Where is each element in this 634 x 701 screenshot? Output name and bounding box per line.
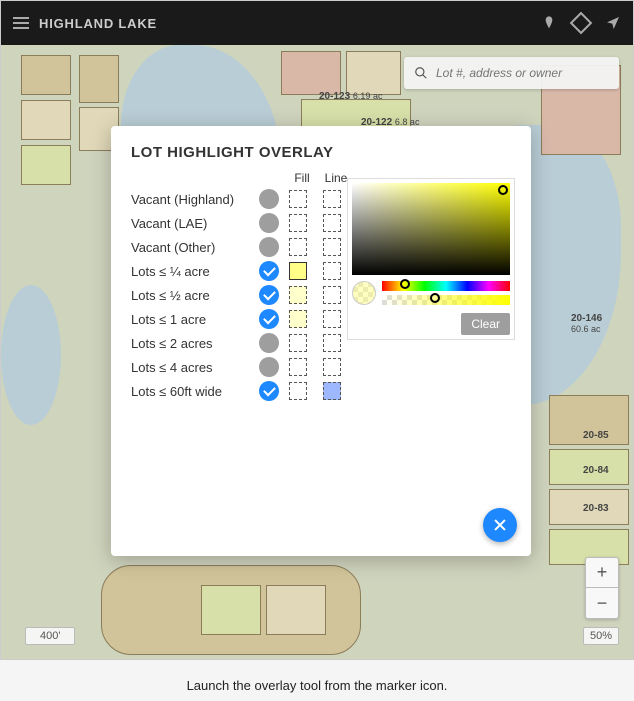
- overlay-row-label: Vacant (Highland): [131, 192, 251, 207]
- overlay-toggle[interactable]: [259, 189, 279, 209]
- line-swatch[interactable]: [323, 262, 341, 280]
- lot-label: 20-85: [583, 430, 609, 441]
- alpha-slider[interactable]: [382, 295, 510, 305]
- top-bar: HIGHLAND LAKE: [1, 1, 633, 45]
- search-input[interactable]: [436, 66, 609, 80]
- overlay-toggle[interactable]: [259, 261, 279, 281]
- fill-swatch[interactable]: [289, 214, 307, 232]
- zoom-percent: 50%: [583, 627, 619, 645]
- zoom-control: + −: [585, 557, 619, 619]
- locate-icon[interactable]: [605, 15, 621, 31]
- sv-cursor[interactable]: [498, 185, 508, 195]
- diamond-icon[interactable]: [570, 12, 593, 35]
- line-swatch[interactable]: [323, 214, 341, 232]
- line-swatch[interactable]: [323, 358, 341, 376]
- line-swatch[interactable]: [323, 238, 341, 256]
- hue-slider[interactable]: [382, 281, 510, 291]
- zoom-in-button[interactable]: +: [586, 558, 618, 588]
- search-box[interactable]: [404, 57, 619, 89]
- zoom-out-button[interactable]: −: [586, 588, 618, 618]
- overlay-row-label: Lots ≤ 4 acres: [131, 360, 251, 375]
- clear-color-button[interactable]: Clear: [461, 313, 510, 335]
- fill-swatch[interactable]: [289, 190, 307, 208]
- overlay-row-label: Vacant (Other): [131, 240, 251, 255]
- hue-cursor[interactable]: [400, 279, 410, 289]
- alpha-cursor[interactable]: [430, 293, 440, 303]
- lot-label: 20-123 6.19 ac: [319, 91, 382, 102]
- color-preview: [352, 281, 376, 305]
- scale-bar: 400': [25, 627, 75, 645]
- fill-swatch[interactable]: [289, 310, 307, 328]
- marker-icon[interactable]: [541, 15, 557, 31]
- lot-label: 20-83: [583, 503, 609, 514]
- fill-column-header: Fill: [289, 171, 315, 185]
- search-icon: [414, 66, 428, 80]
- overlay-toggle[interactable]: [259, 237, 279, 257]
- menu-icon[interactable]: [13, 17, 29, 29]
- saturation-value-area[interactable]: [352, 183, 510, 275]
- color-picker: Clear: [347, 178, 515, 340]
- figure-caption: Launch the overlay tool from the marker …: [0, 660, 634, 701]
- fill-swatch[interactable]: [289, 262, 307, 280]
- overlay-row-label: Lots ≤ 2 acres: [131, 336, 251, 351]
- overlay-row-label: Lots ≤ 60ft wide: [131, 384, 251, 399]
- overlay-toggle[interactable]: [259, 381, 279, 401]
- fill-swatch[interactable]: [289, 382, 307, 400]
- overlay-row-label: Lots ≤ ¼ acre: [131, 264, 251, 279]
- overlay-toggle[interactable]: [259, 285, 279, 305]
- fill-swatch[interactable]: [289, 358, 307, 376]
- overlay-row-label: Lots ≤ 1 acre: [131, 312, 251, 327]
- line-swatch[interactable]: [323, 310, 341, 328]
- fill-swatch[interactable]: [289, 238, 307, 256]
- overlay-toggle[interactable]: [259, 333, 279, 353]
- line-swatch[interactable]: [323, 190, 341, 208]
- line-column-header: Line: [323, 171, 349, 185]
- overlay-toggle[interactable]: [259, 213, 279, 233]
- lot-highlight-overlay-panel: LOT HIGHLIGHT OVERLAY Fill Line Vacant (…: [111, 126, 531, 556]
- app-title: HIGHLAND LAKE: [39, 16, 157, 31]
- lot-label: 20-14660.6 ac: [571, 313, 602, 335]
- close-modal-button[interactable]: [483, 508, 517, 542]
- fill-swatch[interactable]: [289, 286, 307, 304]
- overlay-row-label: Vacant (LAE): [131, 216, 251, 231]
- line-swatch[interactable]: [323, 334, 341, 352]
- overlay-row-label: Lots ≤ ½ acre: [131, 288, 251, 303]
- fill-swatch[interactable]: [289, 334, 307, 352]
- overlay-toggle[interactable]: [259, 357, 279, 377]
- lot-label: 20-84: [583, 465, 609, 476]
- modal-title: LOT HIGHLIGHT OVERLAY: [131, 144, 511, 161]
- overlay-toggle[interactable]: [259, 309, 279, 329]
- line-swatch[interactable]: [323, 286, 341, 304]
- line-swatch[interactable]: [323, 382, 341, 400]
